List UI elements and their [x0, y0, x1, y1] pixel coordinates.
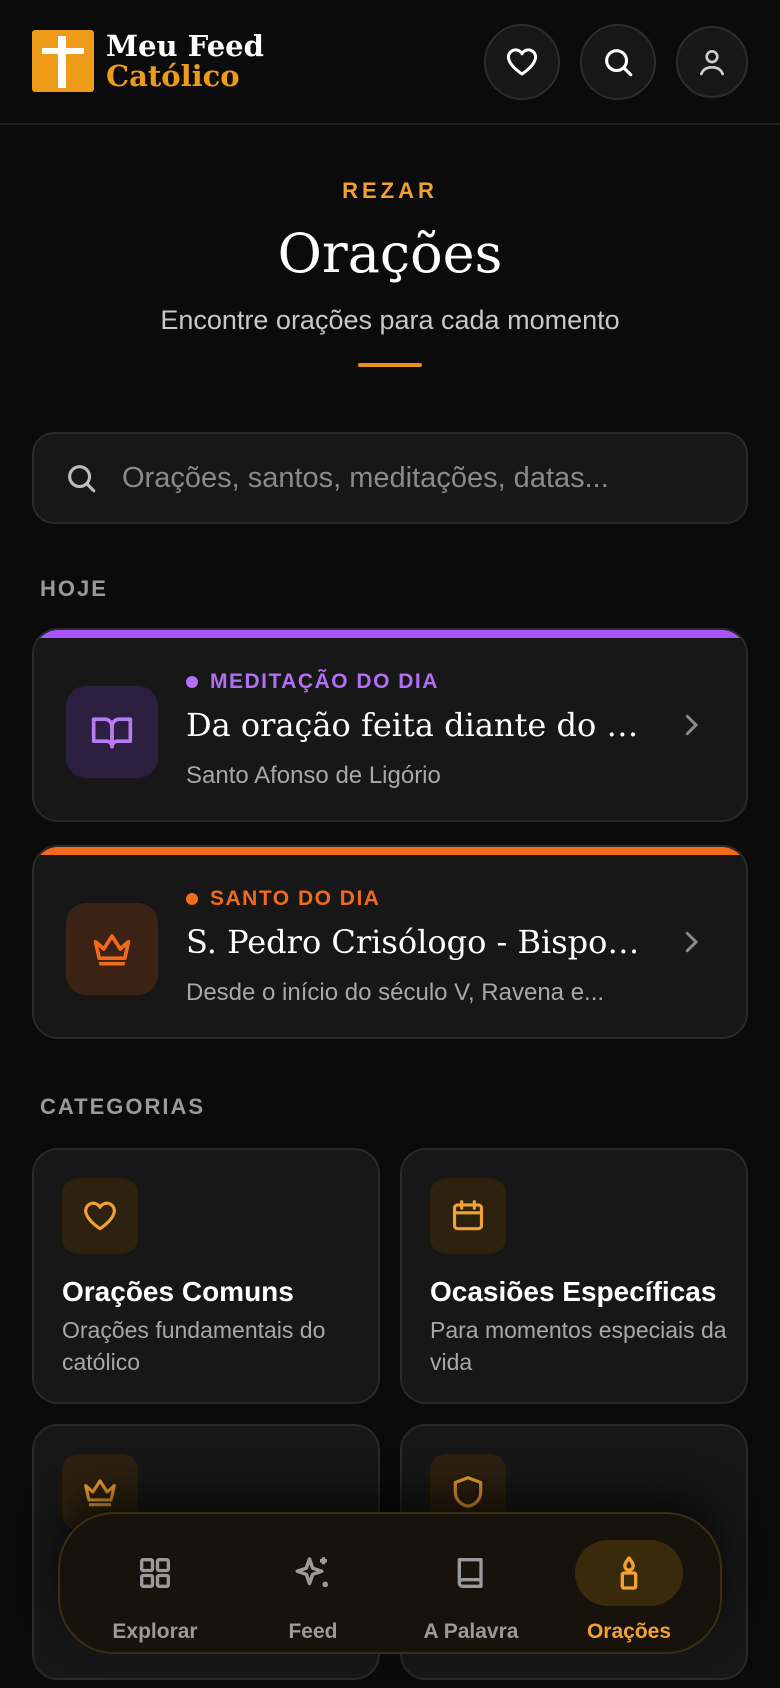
nav-oracoes[interactable]: Orações: [554, 1514, 704, 1652]
cross-logo-icon: [32, 30, 94, 92]
meditation-title: Da oração feita diante do S...: [186, 706, 646, 744]
category-description: Para momentos especiais da vida: [430, 1317, 727, 1375]
book-open-icon: [91, 717, 133, 749]
nav-label: Explorar: [112, 1620, 198, 1643]
search-icon: [68, 465, 96, 493]
heart-icon: [506, 48, 538, 76]
profile-button[interactable]: [676, 26, 748, 98]
saint-tag-label: SANTO DO DIA: [210, 887, 381, 910]
chevron-right-icon: [685, 714, 699, 736]
nav-label: Feed: [288, 1620, 338, 1643]
crown-icon: [84, 1479, 116, 1507]
nav-label: Orações: [586, 1620, 672, 1643]
page-title: Orações: [277, 222, 503, 285]
tag-dot: [186, 893, 198, 905]
today-section-label: HOJE: [40, 576, 108, 601]
saint-icon-box: [66, 903, 158, 995]
category-specific-occasions[interactable]: Ocasiões Específicas Para momentos espec…: [400, 1148, 748, 1404]
shield-icon: [453, 1476, 483, 1508]
meditation-author: Santo Afonso de Ligório: [186, 762, 441, 789]
calendar-icon: [452, 1200, 484, 1231]
favorites-button[interactable]: [484, 24, 560, 100]
grid-icon: [140, 1558, 170, 1588]
heart-icon: [84, 1201, 116, 1231]
active-indicator: [575, 1540, 683, 1606]
card-tag: SANTO DO DIA: [186, 887, 380, 911]
nav-explorar[interactable]: Explorar: [80, 1514, 230, 1652]
nav-label: A Palavra: [423, 1620, 519, 1643]
nav-a-palavra[interactable]: A Palavra: [396, 1514, 546, 1652]
search-input[interactable]: [122, 461, 746, 495]
tag-dot: [186, 676, 198, 688]
card-accent-bar: [34, 847, 746, 855]
crown-icon: [93, 934, 131, 966]
category-title: Ocasiões Específicas: [430, 1276, 717, 1307]
meditation-tag-label: MEDITAÇÃO DO DIA: [210, 670, 439, 693]
sparkles-icon: [295, 1557, 328, 1587]
meditation-icon-box: [66, 686, 158, 778]
page-subtitle: Encontre orações para cada momento: [160, 305, 620, 335]
search-bar[interactable]: [32, 432, 748, 524]
candle-icon: [620, 1556, 638, 1590]
section-kicker: REZAR: [342, 178, 438, 203]
category-common-prayers[interactable]: Orações Comuns Orações fundamentais do c…: [32, 1148, 380, 1404]
saint-description: Desde o início do século V, Ravena e...: [186, 979, 605, 1006]
title-divider: [358, 363, 422, 367]
card-tag: MEDITAÇÃO DO DIA: [186, 670, 439, 694]
search-icon: [605, 49, 633, 77]
logo-title-line2: Católico: [106, 59, 240, 93]
user-icon: [700, 50, 724, 76]
category-description: Orações fundamentais do católico: [62, 1317, 326, 1375]
app-header: Meu Feed Católico: [0, 0, 780, 125]
chevron-right-icon: [685, 931, 699, 953]
meditation-of-day-card[interactable]: MEDITAÇÃO DO DIA Da oração feita diante …: [32, 628, 748, 822]
search-button[interactable]: [580, 24, 656, 100]
book-icon: [457, 1558, 483, 1588]
category-icon-box: [430, 1178, 506, 1254]
logo-title-line1: Meu Feed: [106, 29, 264, 63]
category-title: Orações Comuns: [62, 1276, 294, 1307]
category-icon-box: [62, 1178, 138, 1254]
nav-feed[interactable]: Feed: [238, 1514, 388, 1652]
categories-section-label: CATEGORIAS: [40, 1094, 206, 1119]
app-logo[interactable]: Meu Feed Católico: [32, 30, 264, 92]
saint-of-day-card[interactable]: SANTO DO DIA S. Pedro Crisólogo - Bispo …: [32, 845, 748, 1039]
bottom-navigation: Explorar Feed A Palavra Orações: [58, 1512, 722, 1654]
card-accent-bar: [34, 630, 746, 638]
saint-title: S. Pedro Crisólogo - Bispo d...: [186, 923, 646, 961]
